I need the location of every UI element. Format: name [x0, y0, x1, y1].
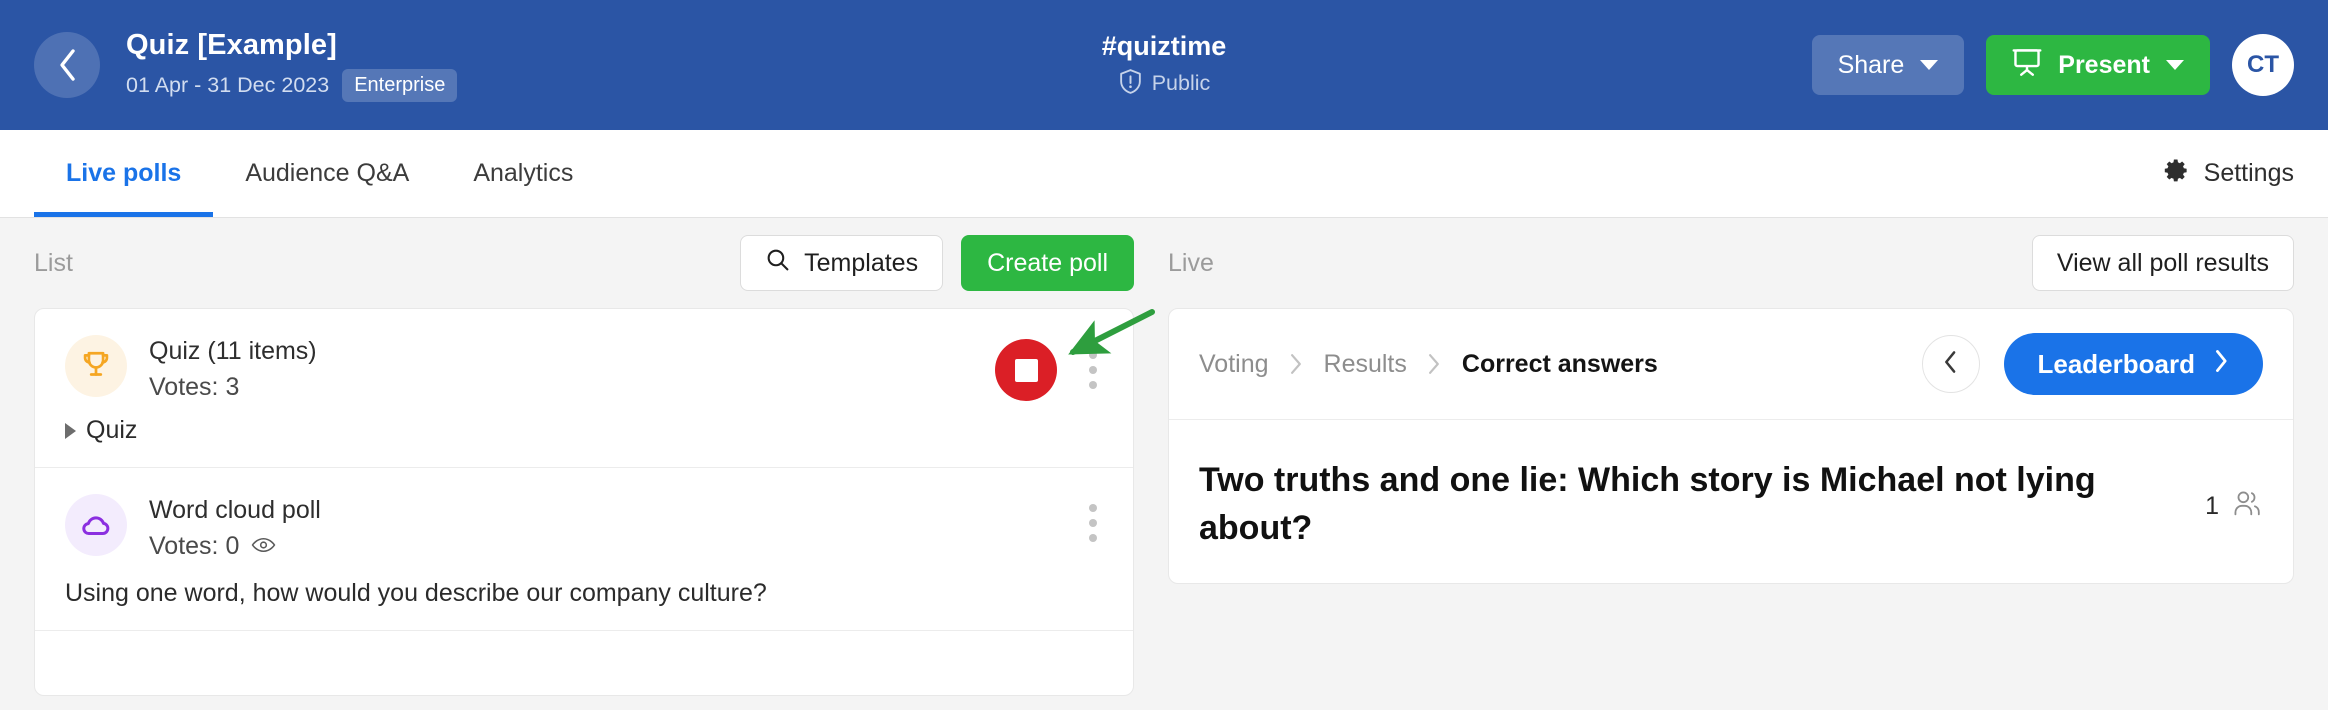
participants-indicator: 1: [2205, 456, 2263, 523]
poll-votes: Votes: 0: [149, 532, 321, 561]
tab-analytics[interactable]: Analytics: [441, 130, 605, 217]
back-button[interactable]: [34, 32, 100, 98]
poll-card-quiz[interactable]: Quiz (11 items) Votes: 3 Quiz: [35, 309, 1133, 468]
plan-badge: Enterprise: [342, 68, 458, 102]
chevron-down-icon: [1920, 60, 1939, 70]
avatar[interactable]: CT: [2232, 34, 2294, 96]
event-title: Quiz [Example]: [126, 28, 337, 61]
poll-card-actions: [1083, 494, 1103, 548]
stop-square-icon: [1014, 358, 1038, 382]
poll-meta: Quiz (11 items) Votes: 3: [149, 335, 317, 402]
live-toolbar: Live View all poll results: [1168, 218, 2294, 308]
poll-list-toolbar: List Templates Create poll: [34, 218, 1134, 308]
event-code: #quiztime: [1101, 30, 1227, 61]
create-poll-button[interactable]: Create poll: [961, 235, 1134, 291]
stop-poll-button[interactable]: [995, 339, 1057, 401]
shield-alert-icon: [1118, 68, 1143, 100]
poll-votes: Votes: 3: [149, 373, 317, 402]
people-icon: [2231, 490, 2263, 523]
poll-votes-label: Votes: 0: [149, 532, 240, 560]
live-panel-actions: Leaderboard: [1921, 333, 2263, 395]
triangle-right-icon: [65, 422, 76, 439]
leaderboard-button[interactable]: Leaderboard: [2003, 333, 2263, 395]
poll-more-menu-button[interactable]: [1083, 345, 1103, 395]
event-subline: 01 Apr - 31 Dec 2023 Enterprise: [126, 68, 458, 102]
trophy-icon: [65, 335, 127, 397]
dot: [1089, 351, 1097, 359]
share-label: Share: [1837, 50, 1905, 79]
poll-votes-label: Votes: 3: [149, 373, 240, 401]
live-question-text: Two truths and one lie: Which story is M…: [1199, 461, 2096, 548]
live-question-area: Two truths and one lie: Which story is M…: [1169, 420, 2293, 583]
settings-button[interactable]: Settings: [2163, 130, 2294, 217]
live-actions: View all poll results: [2031, 235, 2294, 291]
breadcrumb-item-correct-answers: Correct answers: [1461, 349, 1658, 378]
tab-audience-qa[interactable]: Audience Q&A: [213, 130, 441, 217]
list-label: List: [34, 248, 73, 277]
search-icon: [765, 247, 790, 279]
settings-label: Settings: [2203, 159, 2294, 187]
header-actions: Share Present CT: [1811, 34, 2294, 96]
poll-header: Word cloud poll Votes: 0: [65, 494, 1103, 561]
chevron-down-icon: [2166, 60, 2184, 70]
leaderboard-label: Leaderboard: [2037, 348, 2196, 379]
view-all-poll-results-button[interactable]: View all poll results: [2031, 235, 2294, 291]
dot: [1089, 534, 1097, 542]
app-header: Quiz [Example] 01 Apr - 31 Dec 2023 Ente…: [0, 0, 2328, 130]
breadcrumb: Voting Results Correct answers Leaderboa…: [1169, 309, 2293, 420]
chevron-right-icon: [2213, 349, 2229, 380]
eye-icon[interactable]: [251, 532, 276, 561]
gear-icon: [2163, 157, 2190, 191]
event-visibility: Public: [1118, 68, 1211, 100]
live-label: Live: [1168, 248, 1214, 277]
templates-label: Templates: [804, 248, 919, 277]
poll-sublist-label: Quiz: [86, 416, 138, 444]
dot: [1089, 519, 1097, 527]
tab-live-polls[interactable]: Live polls: [34, 130, 214, 217]
poll-question: Using one word, how would you describe o…: [65, 579, 767, 607]
chevron-right-icon: [1427, 353, 1442, 375]
event-dates: 01 Apr - 31 Dec 2023: [126, 72, 330, 97]
presentation-icon: [2012, 47, 2042, 84]
present-label: Present: [2058, 50, 2150, 79]
templates-button[interactable]: Templates: [740, 235, 944, 291]
dot: [1089, 366, 1097, 374]
event-titles: Quiz [Example] 01 Apr - 31 Dec 2023 Ente…: [126, 28, 458, 102]
header-left-group: Quiz [Example] 01 Apr - 31 Dec 2023 Ente…: [34, 28, 458, 102]
poll-card-wordcloud[interactable]: Word cloud poll Votes: 0 Using one word,…: [35, 468, 1133, 631]
main-body: List Templates Create poll Quiz (11 item…: [0, 218, 2328, 710]
dot: [1089, 504, 1097, 512]
poll-list: Quiz (11 items) Votes: 3 Quiz Word cloud…: [34, 308, 1134, 696]
poll-title: Word cloud poll: [149, 496, 321, 524]
live-results-panel: Voting Results Correct answers Leaderboa…: [1168, 308, 2294, 584]
live-column: Live View all poll results Voting Result…: [1168, 218, 2328, 710]
previous-slide-button[interactable]: [1921, 335, 1980, 393]
cloud-icon: [65, 494, 127, 556]
poll-meta: Word cloud poll Votes: 0: [149, 494, 321, 561]
chevron-right-icon: [1289, 353, 1304, 375]
poll-sublist-toggle[interactable]: Quiz: [65, 416, 1103, 445]
breadcrumb-item-voting[interactable]: Voting: [1199, 350, 1269, 379]
poll-title: Quiz (11 items): [149, 337, 317, 365]
dot: [1089, 381, 1097, 389]
poll-list-actions: Templates Create poll: [740, 235, 1134, 291]
visibility-label: Public: [1151, 71, 1211, 95]
poll-header: Quiz (11 items) Votes: 3: [65, 335, 1103, 402]
poll-more-menu-button[interactable]: [1083, 498, 1103, 548]
participants-count: 1: [2205, 492, 2219, 520]
share-button[interactable]: Share: [1811, 35, 1965, 95]
poll-list-column: List Templates Create poll Quiz (11 item…: [0, 218, 1168, 710]
chevron-left-icon: [56, 48, 78, 82]
present-button[interactable]: Present: [1986, 35, 2210, 95]
chevron-left-icon: [1943, 350, 1958, 379]
main-tabbar: Live polls Audience Q&A Analytics Settin…: [0, 130, 2328, 218]
breadcrumb-item-results[interactable]: Results: [1324, 350, 1407, 379]
poll-card-actions: [995, 335, 1103, 401]
poll-card-next[interactable]: [35, 631, 1133, 695]
